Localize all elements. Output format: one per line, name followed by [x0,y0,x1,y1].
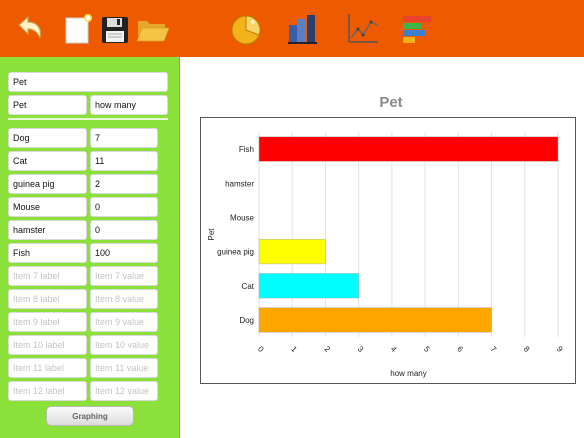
x-tick-label: 2 [322,344,332,354]
item-label-field[interactable]: Fish [8,243,87,263]
bar [258,307,492,333]
line-chart-icon [348,13,378,43]
item-label-field[interactable]: Dog [8,128,87,148]
item-label-field[interactable]: Item 7 label [8,266,87,286]
y-axis-title: Pet [207,228,216,241]
chart-title-field[interactable]: Pet [8,72,168,92]
x-tick-label: 8 [522,344,532,354]
item-value-field[interactable]: 7 [90,128,158,148]
item-value-field[interactable]: 0 [90,220,158,240]
item-value-field[interactable]: Item 9 value [90,312,158,332]
item-value-field[interactable]: Item 8 value [90,289,158,309]
bar-chart-icon [288,14,317,44]
x-tick-label: 5 [422,344,432,354]
y-category-label: Dog [239,316,254,325]
x-tick-label: 9 [555,344,565,354]
horizontal-bar-chart-button[interactable] [397,0,437,57]
item-label-field[interactable]: hamster [8,220,87,240]
x-tick-label: 6 [455,344,465,354]
new-document-button[interactable] [60,0,96,57]
horizontal-bar-chart-icon [403,15,431,43]
y-category-label: hamster [225,179,254,188]
y-category-label: guinea pig [217,248,254,257]
item-label-field[interactable]: Item 8 label [8,289,87,309]
y-category-label: Mouse [230,213,255,222]
item-label-field[interactable]: Cat [8,151,87,171]
item-value-field[interactable]: Item 10 value [90,335,158,355]
new-document-icon [65,13,92,43]
label-header-field[interactable]: Pet [8,95,87,115]
bar [258,239,326,265]
item-label-field[interactable]: Mouse [8,197,87,217]
item-value-field[interactable]: 0 [90,197,158,217]
bar [258,136,559,162]
bar-chart-button[interactable] [283,0,323,57]
value-header-field[interactable]: how many [90,95,168,115]
item-label-field[interactable]: Item 10 label [8,335,87,355]
item-value-field[interactable]: Item 11 value [90,358,158,378]
item-label-field[interactable]: guinea pig [8,174,87,194]
undo-icon [18,15,42,39]
chart-title: Pet [379,94,403,111]
toolbar [0,0,584,57]
undo-button[interactable] [10,0,48,57]
graphing-button[interactable]: Graphing [46,406,134,426]
pie-chart-icon [231,14,261,44]
x-tick-label: 4 [389,344,399,354]
item-value-field[interactable]: Item 7 value [90,266,158,286]
bar-chart: 0 1 2 3 4 5 6 7 8 9 Dog Cat guinea pig Mouse hamster Fi… [207,132,565,378]
y-category-label: Cat [242,282,255,291]
save-icon [102,16,128,43]
x-tick-label: 7 [489,344,499,354]
open-folder-button[interactable] [134,0,172,57]
bar [258,273,359,299]
pie-chart-button[interactable] [226,0,266,57]
y-category-label: Fish [239,145,254,154]
chart-frame: 0 1 2 3 4 5 6 7 8 9 Dog Cat guinea pig Mouse hamster Fi… [200,117,576,384]
x-axis-title: how many [390,369,426,378]
form-divider [8,118,168,120]
item-label-field[interactable]: Item 12 label [8,381,87,401]
item-value-field[interactable]: 11 [90,151,158,171]
x-tick-label: 1 [289,344,299,354]
x-tick-label: 3 [356,344,366,354]
save-button[interactable] [98,0,132,57]
item-label-field[interactable]: Item 11 label [8,358,87,378]
item-value-field[interactable]: Item 12 value [90,381,158,401]
x-tick-label: 0 [256,344,266,354]
item-label-field[interactable]: Item 9 label [8,312,87,332]
item-value-field[interactable]: 100 [90,243,158,263]
line-chart-button[interactable] [342,0,382,57]
item-value-field[interactable]: 2 [90,174,158,194]
open-folder-icon [136,20,170,41]
